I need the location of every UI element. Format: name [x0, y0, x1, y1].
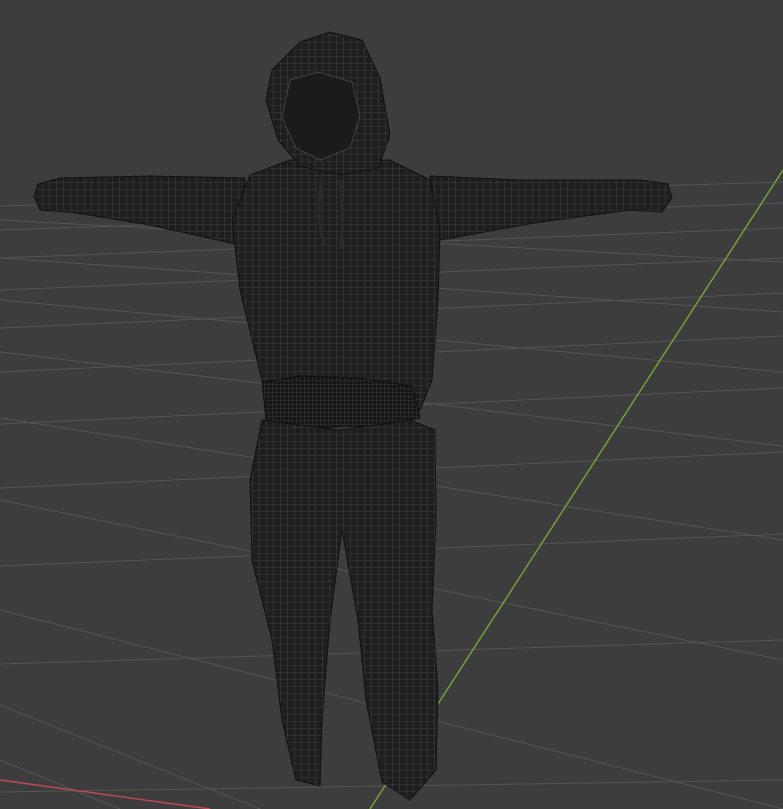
right-arm-mesh[interactable] [429, 175, 673, 241]
left-arm-mesh[interactable] [33, 175, 246, 246]
pants-mesh[interactable] [249, 419, 439, 801]
character-mesh[interactable] [33, 31, 673, 801]
viewport-scene[interactable] [0, 0, 783, 809]
x-axis-line [0, 779, 211, 809]
3d-viewport[interactable] [0, 0, 783, 809]
waistband-mesh[interactable] [261, 375, 421, 429]
